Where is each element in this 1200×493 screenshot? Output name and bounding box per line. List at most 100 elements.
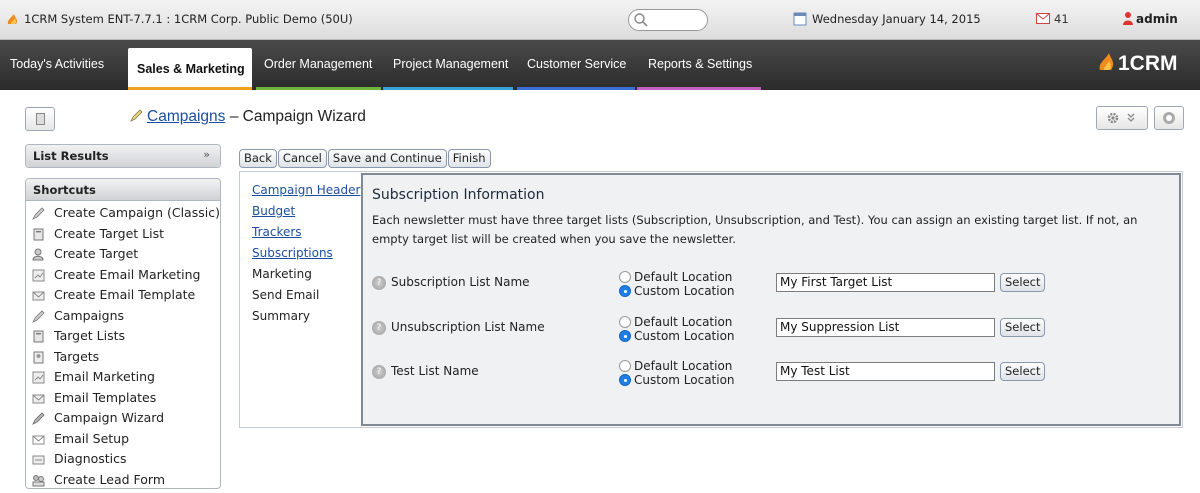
- shortcut-create-email-template[interactable]: Create Email Template: [26, 285, 220, 306]
- step-subscriptions[interactable]: Subscriptions: [252, 243, 362, 264]
- finish-button[interactable]: Finish: [447, 149, 491, 168]
- help-icon: [1163, 112, 1175, 124]
- diagnostics-icon: [32, 455, 45, 465]
- campaigns-link[interactable]: Campaigns: [147, 108, 225, 125]
- shortcut-campaigns[interactable]: Campaigns: [26, 306, 220, 327]
- brand-logo[interactable]: 1CRM: [1118, 52, 1178, 76]
- shortcut-email-templates[interactable]: Email Templates: [26, 388, 220, 409]
- default-location-radio[interactable]: Default Location: [619, 359, 732, 373]
- unsubscription-list-input[interactable]: My Suppression List: [776, 318, 995, 337]
- list-results-panel[interactable]: List Results »: [25, 144, 221, 168]
- shortcut-email-marketing[interactable]: Email Marketing: [26, 367, 220, 388]
- targets-icon: [33, 351, 44, 363]
- tab-reports-settings[interactable]: Reports & Settings: [637, 40, 761, 90]
- cancel-button[interactable]: Cancel: [277, 149, 327, 168]
- help-icon[interactable]: ?: [372, 321, 386, 335]
- mail-count[interactable]: 41: [1054, 12, 1069, 26]
- subscription-form: Subscription Information Each newsletter…: [361, 173, 1181, 426]
- field-label: Test List Name: [391, 364, 479, 378]
- wizard-icon: [32, 412, 45, 425]
- tab-color-bar: [383, 87, 513, 90]
- wizard-container: Campaign Header Budget Trackers Subscrip…: [239, 171, 1183, 428]
- radio-label: Default Location: [634, 270, 733, 284]
- step-trackers[interactable]: Trackers: [252, 222, 362, 243]
- custom-location-radio[interactable]: Custom Location: [619, 329, 735, 343]
- gear-icon: [1107, 112, 1119, 124]
- email-template-icon: [32, 291, 45, 301]
- shortcut-create-target-list[interactable]: Create Target List: [26, 224, 220, 245]
- shortcut-create-campaign-classic[interactable]: Create Campaign (Classic): [26, 203, 220, 224]
- sidebar-toggle-button[interactable]: [25, 107, 55, 131]
- lead-form-icon: [32, 474, 45, 486]
- default-location-radio[interactable]: Default Location: [619, 315, 732, 329]
- subscription-list-input[interactable]: My First Target List: [776, 273, 995, 292]
- help-icon[interactable]: ?: [372, 365, 386, 379]
- page-title-text: Campaign Wizard: [242, 108, 366, 125]
- shortcut-targets[interactable]: Targets: [26, 347, 220, 368]
- field-label: Unsubscription List Name: [391, 320, 545, 334]
- tab-label: Project Management: [393, 57, 509, 71]
- shortcut-target-lists[interactable]: Target Lists: [26, 326, 220, 347]
- step-campaign-header[interactable]: Campaign Header: [252, 180, 362, 201]
- section-description: Each newsletter must have three target l…: [372, 213, 1138, 246]
- user-icon[interactable]: [1123, 11, 1133, 25]
- calendar-icon[interactable]: [793, 12, 807, 26]
- global-search-input[interactable]: [628, 9, 708, 31]
- shortcut-label: Email Marketing: [54, 369, 155, 384]
- radio-indicator: [619, 285, 631, 297]
- tab-label: Order Management: [264, 57, 373, 71]
- unsubscription-list-row: ? Unsubscription List Name Default Locat…: [372, 315, 1172, 352]
- target-list-icon: [33, 330, 44, 343]
- tab-todays-activities[interactable]: Today's Activities: [10, 40, 118, 90]
- shortcut-label: Campaign Wizard: [54, 410, 165, 425]
- campaign-pencil-icon: [130, 109, 143, 122]
- default-location-radio[interactable]: Default Location: [619, 270, 732, 284]
- custom-location-radio[interactable]: Custom Location: [619, 373, 735, 387]
- shortcut-campaign-wizard[interactable]: Campaign Wizard: [26, 408, 220, 429]
- shortcut-label: Email Setup: [54, 430, 130, 446]
- current-date[interactable]: Wednesday January 14, 2015: [812, 12, 981, 26]
- tab-label: Reports & Settings: [648, 57, 753, 71]
- shortcut-create-email-marketing[interactable]: Create Email Marketing: [26, 265, 220, 286]
- back-button[interactable]: Back: [239, 149, 277, 168]
- help-button[interactable]: [1154, 106, 1184, 130]
- custom-location-radio[interactable]: Custom Location: [619, 284, 735, 298]
- wizard-action-buttons: Back Cancel Save and Continue Finish: [239, 147, 492, 168]
- tab-project-management[interactable]: Project Management: [383, 40, 513, 90]
- shortcut-create-target[interactable]: Create Target: [26, 244, 220, 265]
- select-button[interactable]: Select: [1000, 362, 1046, 381]
- email-marketing-icon: [32, 269, 45, 281]
- shortcut-label: Create Email Marketing: [54, 266, 201, 282]
- settings-menu-button[interactable]: [1096, 106, 1148, 130]
- radio-label: Custom Location: [634, 284, 735, 298]
- tab-color-bar: [517, 87, 635, 90]
- title-separator: –: [229, 108, 239, 125]
- save-and-continue-button[interactable]: Save and Continue: [327, 149, 447, 168]
- tab-color-bar: [256, 87, 381, 90]
- brand-flame-icon: [1099, 53, 1114, 70]
- shortcut-create-lead-form[interactable]: Create Lead Form: [26, 470, 220, 491]
- help-icon[interactable]: ?: [372, 276, 386, 290]
- target-icon: [32, 248, 44, 261]
- shortcut-label: Create Target List: [54, 225, 165, 241]
- step-marketing: Marketing: [252, 267, 312, 281]
- select-button[interactable]: Select: [1000, 318, 1046, 337]
- test-list-input[interactable]: My Test List: [776, 362, 995, 381]
- select-button[interactable]: Select: [1000, 273, 1046, 292]
- shortcut-label: Create Campaign (Classic): [54, 205, 220, 220]
- radio-indicator: [619, 271, 631, 283]
- shortcut-diagnostics[interactable]: Diagnostics: [26, 449, 220, 470]
- mail-icon[interactable]: [1036, 13, 1050, 24]
- field-label: Subscription List Name: [391, 275, 530, 289]
- system-title: 1CRM System ENT-7.7.1 : 1CRM Corp. Publi…: [24, 12, 353, 26]
- tab-order-management[interactable]: Order Management: [256, 40, 381, 90]
- user-name[interactable]: admin: [1136, 12, 1178, 26]
- tab-sales-marketing[interactable]: Sales & Marketing: [128, 48, 252, 90]
- shortcut-email-setup[interactable]: Email Setup: [26, 429, 220, 450]
- tab-customer-service[interactable]: Customer Service: [517, 40, 635, 90]
- radio-indicator: [619, 316, 631, 328]
- list-results-header: List Results: [26, 145, 220, 167]
- shortcut-label: Create Email Template: [54, 287, 196, 302]
- step-budget[interactable]: Budget: [252, 201, 362, 222]
- search-icon: [634, 13, 648, 27]
